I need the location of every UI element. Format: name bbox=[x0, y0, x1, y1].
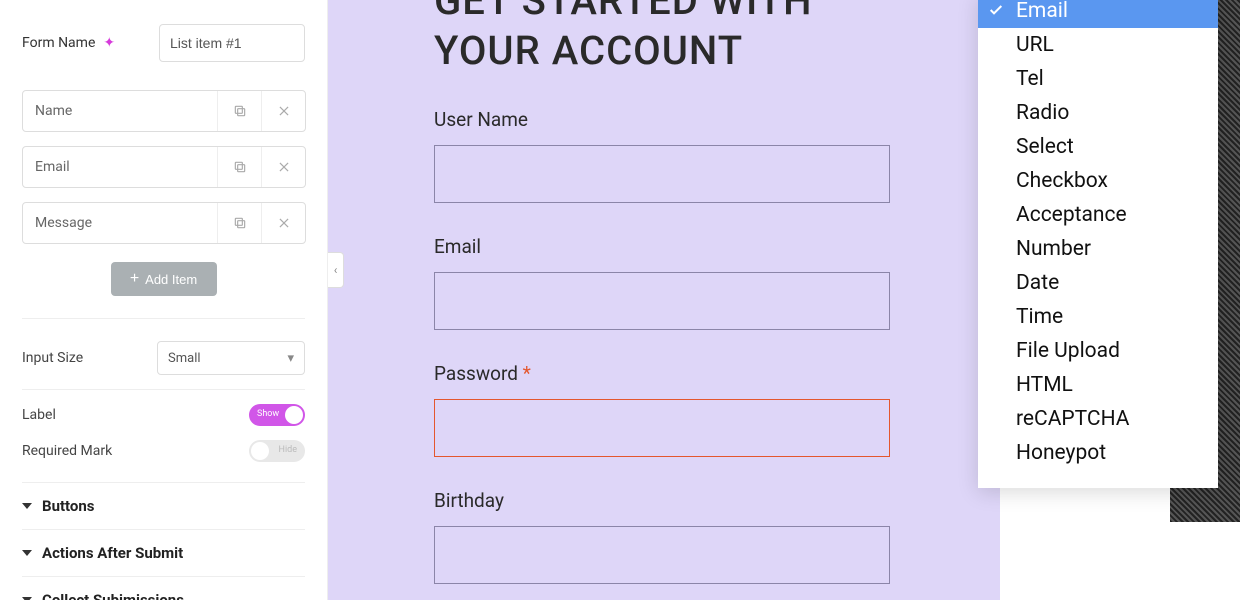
required-star-icon: * bbox=[523, 362, 531, 385]
required-mark-toggle[interactable]: Hide bbox=[249, 440, 305, 462]
label-setting-label: Label bbox=[22, 407, 56, 423]
field-block-username: User Name bbox=[434, 108, 900, 203]
accordion-actions-after-submit[interactable]: Actions After Submit bbox=[22, 529, 305, 576]
input-size-select[interactable]: Small ▾ bbox=[157, 341, 305, 375]
dropdown-option-honeypot[interactable]: Honeypot bbox=[978, 436, 1218, 470]
duplicate-icon[interactable] bbox=[217, 147, 261, 187]
dropdown-option-checkbox[interactable]: Checkbox bbox=[978, 164, 1218, 198]
required-mark-row: Required Mark Hide bbox=[22, 440, 305, 462]
caret-down-icon bbox=[22, 550, 32, 556]
close-icon[interactable] bbox=[261, 147, 305, 187]
duplicate-icon[interactable] bbox=[217, 203, 261, 243]
username-input[interactable] bbox=[434, 145, 890, 203]
field-block-password: Password * bbox=[434, 362, 900, 457]
field-block-birthday: Birthday bbox=[434, 489, 900, 584]
field-item-name[interactable]: Name bbox=[22, 90, 306, 132]
field-label: Email bbox=[434, 235, 900, 258]
accordion-collect-submissions[interactable]: Collect Subimissions bbox=[22, 576, 305, 600]
ai-sparkle-icon[interactable]: ✦ bbox=[103, 35, 115, 51]
form-name-row: Form Name ✦ bbox=[22, 24, 305, 62]
field-item-label: Email bbox=[23, 147, 217, 187]
add-item-button[interactable]: + Add Item bbox=[111, 262, 217, 296]
label-toggle[interactable]: Show bbox=[249, 404, 305, 426]
dropdown-option-file-upload[interactable]: File Upload bbox=[978, 334, 1218, 368]
field-item-label: Message bbox=[23, 203, 217, 243]
caret-down-icon bbox=[22, 503, 32, 509]
chevron-left-icon: ‹ bbox=[334, 263, 338, 277]
form-name-label: Form Name ✦ bbox=[22, 35, 159, 51]
dropdown-option-radio[interactable]: Radio bbox=[978, 96, 1218, 130]
field-block-email: Email bbox=[434, 235, 900, 330]
field-label: Password * bbox=[434, 362, 900, 385]
field-item-message[interactable]: Message bbox=[22, 202, 306, 244]
dropdown-option-tel[interactable]: Tel bbox=[978, 62, 1218, 96]
close-icon[interactable] bbox=[261, 91, 305, 131]
close-icon[interactable] bbox=[261, 203, 305, 243]
field-item-label: Name bbox=[23, 91, 217, 131]
field-item-email[interactable]: Email bbox=[22, 146, 306, 188]
divider bbox=[22, 389, 305, 390]
check-icon bbox=[988, 2, 1004, 18]
field-label: User Name bbox=[434, 108, 900, 131]
field-type-dropdown[interactable]: Email URL Tel Radio Select Checkbox Acce… bbox=[978, 0, 1218, 488]
dropdown-option-select[interactable]: Select bbox=[978, 130, 1218, 164]
field-label: Birthday bbox=[434, 489, 900, 512]
dropdown-option-email[interactable]: Email bbox=[978, 0, 1218, 28]
divider bbox=[22, 318, 305, 319]
label-toggle-row: Label Show bbox=[22, 404, 305, 426]
dropdown-option-html[interactable]: HTML bbox=[978, 368, 1218, 402]
password-input[interactable] bbox=[434, 399, 890, 457]
input-size-label: Input Size bbox=[22, 350, 83, 366]
field-list: Name Email Message bbox=[22, 90, 305, 244]
email-input[interactable] bbox=[434, 272, 890, 330]
chevron-down-icon: ▾ bbox=[287, 351, 294, 366]
dropdown-option-acceptance[interactable]: Acceptance bbox=[978, 198, 1218, 232]
right-column: Email URL Tel Radio Select Checkbox Acce… bbox=[1000, 0, 1240, 600]
dropdown-option-time[interactable]: Time bbox=[978, 300, 1218, 334]
input-size-row: Input Size Small ▾ bbox=[22, 341, 305, 375]
dropdown-option-date[interactable]: Date bbox=[978, 266, 1218, 300]
required-mark-label: Required Mark bbox=[22, 443, 112, 459]
form-preview: GET STARTED WITH YOUR ACCOUNT User Name … bbox=[328, 0, 1000, 600]
dropdown-option-url[interactable]: URL bbox=[978, 28, 1218, 62]
accordion-buttons[interactable]: Buttons bbox=[22, 482, 305, 529]
collapse-panel-button[interactable]: ‹ bbox=[328, 252, 344, 288]
form-name-input[interactable] bbox=[159, 24, 305, 62]
duplicate-icon[interactable] bbox=[217, 91, 261, 131]
dropdown-option-recaptcha[interactable]: reCAPTCHA bbox=[978, 402, 1218, 436]
settings-sidebar: Form Name ✦ Name Email Message bbox=[0, 0, 328, 600]
plus-icon: + bbox=[130, 271, 139, 287]
dropdown-option-number[interactable]: Number bbox=[978, 232, 1218, 266]
birthday-input[interactable] bbox=[434, 526, 890, 584]
form-title: GET STARTED WITH YOUR ACCOUNT bbox=[434, 0, 900, 76]
